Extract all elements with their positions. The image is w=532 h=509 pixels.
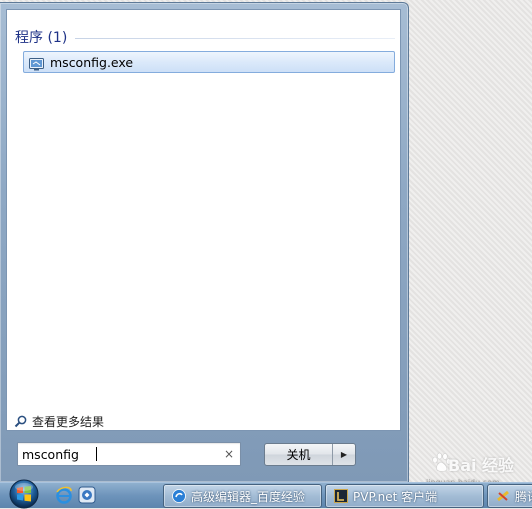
taskbar-button-baidu-jingyan[interactable]: 高级编辑器_百度经验 (163, 484, 322, 508)
results-group-header: 程序 (1) (15, 27, 395, 47)
shutdown-options-arrow-icon[interactable]: ▶ (333, 444, 355, 465)
taskbar-button-pvp-net[interactable]: PVP.net 客户端 (325, 484, 484, 508)
search-input[interactable] (22, 443, 212, 465)
start-search-box[interactable]: × (17, 442, 241, 466)
shutdown-split-button: 关机 ▶ (264, 443, 356, 466)
see-more-results-link[interactable]: 查看更多结果 (14, 413, 104, 429)
watermark-brand: Bai 经验 (448, 456, 515, 475)
internet-explorer-icon[interactable] (55, 486, 73, 504)
text-caret (96, 447, 97, 461)
start-orb-button[interactable] (5, 478, 43, 509)
msconfig-app-icon (29, 56, 44, 70)
group-divider (75, 37, 395, 39)
app-launcher-icon[interactable] (78, 486, 96, 504)
see-more-results-label: 查看更多结果 (32, 414, 105, 429)
taskbar-button-label: 高级编辑器_百度经验 (191, 489, 306, 504)
tencent-icon (497, 490, 509, 502)
baidu-jingyan-icon (172, 489, 186, 503)
pvp-net-icon (334, 489, 348, 503)
result-label: msconfig.exe (50, 54, 134, 70)
taskbar-button-tencent[interactable]: 腾讯 (487, 484, 532, 508)
start-menu: 程序 (1) msconfig.exe 查看更多结果 msconfig × 关机… (0, 2, 409, 483)
search-results-pane: 程序 (1) msconfig.exe 查看更多结果 (6, 9, 401, 431)
shutdown-button[interactable]: 关机 (265, 444, 333, 465)
search-icon (14, 415, 27, 427)
result-item-msconfig[interactable]: msconfig.exe (23, 51, 395, 73)
taskbar-button-label: PVP.net 客户端 (353, 489, 438, 504)
clear-search-icon[interactable]: × (224, 447, 234, 461)
taskbar-button-label: 腾讯 (515, 489, 532, 504)
group-title: 程序 (1) (15, 30, 68, 46)
